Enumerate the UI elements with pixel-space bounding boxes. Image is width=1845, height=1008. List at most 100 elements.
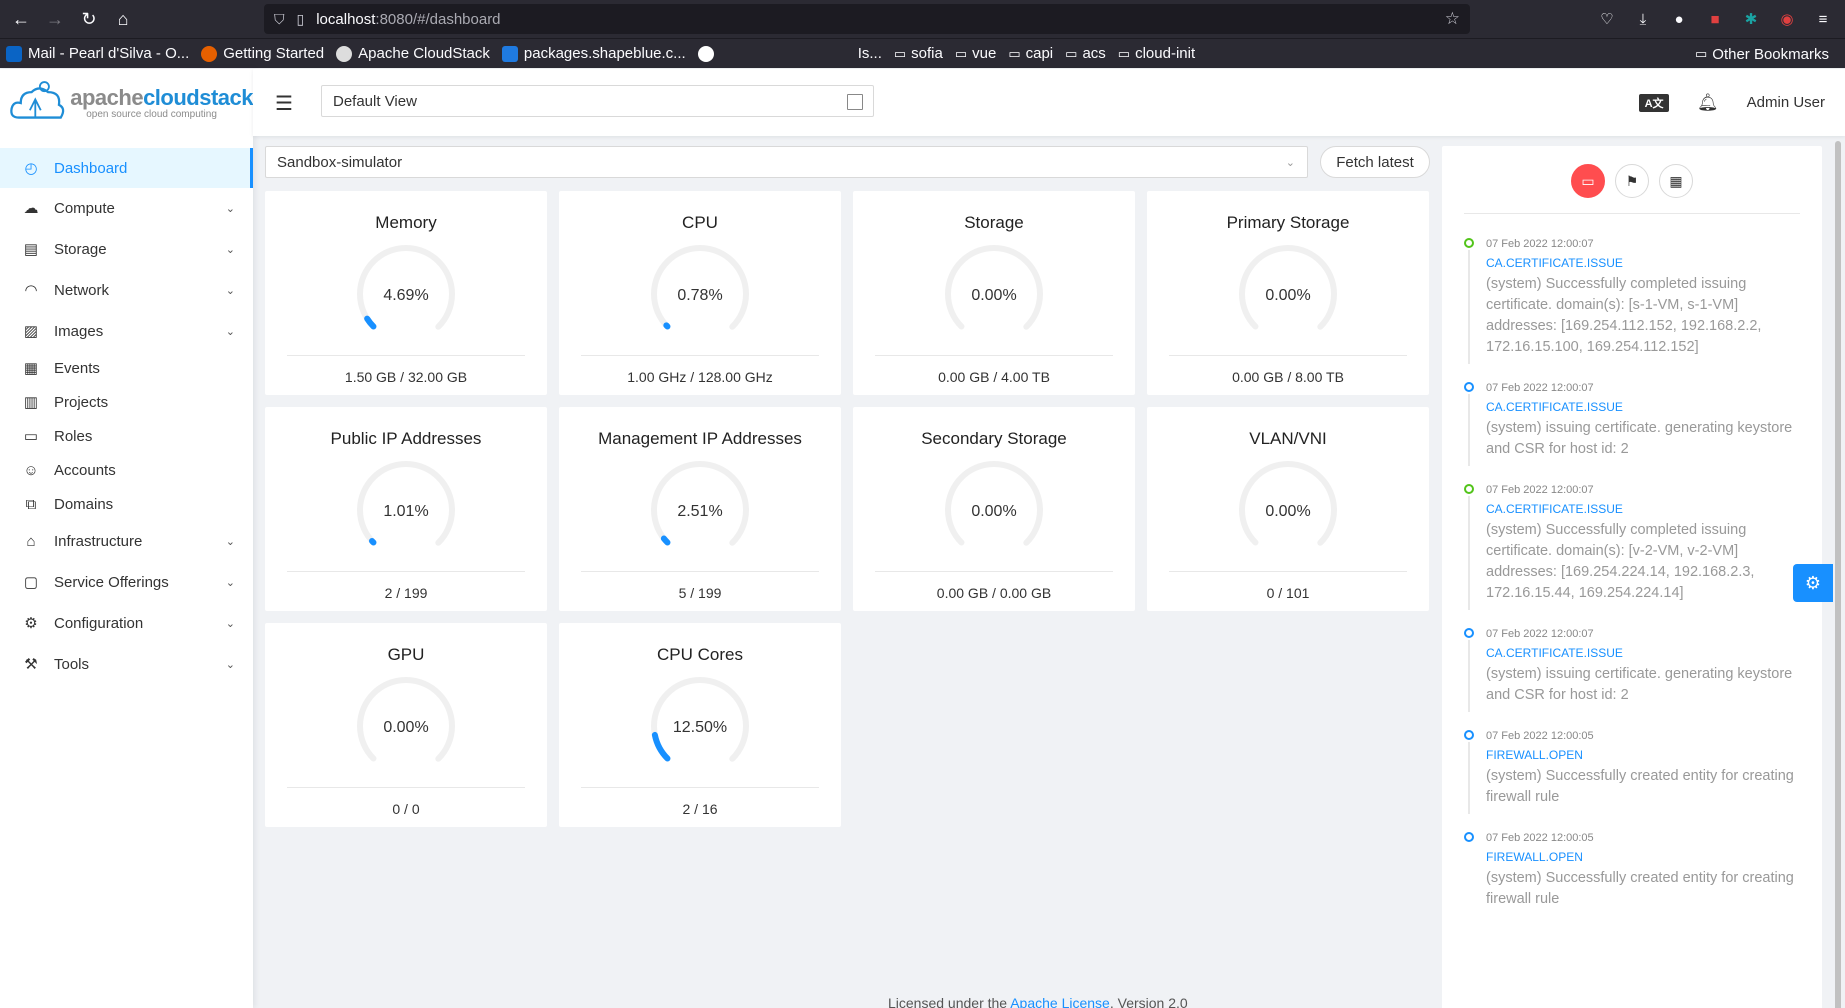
sidebar-item-configuration[interactable]: ⚙ Configuration ⌄: [0, 603, 253, 643]
zone-select[interactable]: Sandbox-simulator ⌄: [265, 146, 1308, 178]
sidebar-item-label: Infrastructure: [54, 532, 143, 550]
status-dot: [1464, 382, 1474, 392]
sidebar-item-tools[interactable]: ⚒ Tools ⌄: [0, 644, 253, 684]
chevron-down-icon: ⌄: [225, 535, 235, 548]
other-bookmarks[interactable]: ▭ Other Bookmarks: [1689, 39, 1835, 69]
card-title: CPU Cores: [657, 645, 743, 664]
menu-fold-icon[interactable]: ☰: [275, 91, 293, 116]
scrollbar[interactable]: [1835, 141, 1841, 1008]
event-tabs: ▭ ⚑ ▦: [1464, 164, 1800, 214]
license-link[interactable]: Apache License: [1010, 995, 1110, 1008]
sidebar-item-images[interactable]: ▨ Images ⌄: [0, 311, 253, 351]
pocket-icon[interactable]: ♡: [1591, 10, 1623, 28]
sidebar-item-dashboard[interactable]: ◴ Dashboard: [0, 148, 253, 188]
extension2-icon[interactable]: ✱: [1735, 10, 1767, 28]
folder-icon: ▭: [1694, 46, 1708, 61]
page-icon: ▯: [296, 10, 305, 27]
bookmark-item[interactable]: [692, 45, 726, 62]
chevron-down-icon: ⌄: [225, 243, 235, 256]
profile-icon[interactable]: ●: [1663, 11, 1695, 28]
event-timeline: 07 Feb 2022 12:00:07 CA.CERTIFICATE.ISSUE…: [1464, 236, 1804, 910]
sidebar-item-domains[interactable]: ⧉ Domains: [0, 484, 253, 524]
card-footer: 2 / 199: [384, 585, 428, 601]
bookmark-folder[interactable]: ▭ capi: [1002, 45, 1059, 62]
capacity-card: Public IP Addresses 1.01% 2 / 199: [265, 407, 547, 611]
user-menu[interactable]: Admin User: [1747, 94, 1825, 111]
footer: Licensed under the Apache License, Versi…: [888, 995, 1188, 1008]
project-icon: [847, 94, 863, 110]
bookmark-star-icon[interactable]: ☆: [1445, 9, 1460, 29]
cloudstack-icon: [336, 45, 353, 62]
extension-icon[interactable]: ■: [1699, 11, 1731, 28]
translate-icon[interactable]: A文: [1639, 93, 1670, 112]
timeline-item: 07 Feb 2022 12:00:05 FIREWALL.OPEN (system…: [1464, 830, 1804, 910]
project-select[interactable]: Default View: [321, 85, 874, 117]
gauge-percent: 0.00%: [1265, 503, 1310, 520]
bookmark-folder[interactable]: ▭ sofia: [888, 45, 949, 62]
event-type-link[interactable]: FIREWALL.OPEN: [1486, 846, 1804, 868]
bell-icon[interactable]: 🔔︎: [1697, 93, 1719, 113]
bookmark-folder[interactable]: ▭ cloud-init: [1112, 45, 1201, 62]
wifi-icon: ◠: [24, 282, 38, 299]
reload-icon[interactable]: ↻: [72, 2, 106, 36]
logo[interactable]: apachecloudstack open source cloud compu…: [0, 69, 253, 136]
sidebar-item-storage[interactable]: ▤ Storage ⌄: [0, 229, 253, 269]
back-icon[interactable]: ←: [4, 2, 38, 36]
bookmark-item[interactable]: Is...: [852, 45, 888, 62]
download-icon[interactable]: ⤓: [1627, 11, 1659, 28]
event-type-link[interactable]: CA.CERTIFICATE.ISSUE: [1486, 642, 1804, 664]
event-time: 07 Feb 2022 12:00:07: [1486, 484, 1594, 496]
bookmark-item[interactable]: Mail - Pearl d'Silva - O...: [0, 45, 195, 62]
bookmark-folder[interactable]: ▭ acs: [1059, 45, 1112, 62]
home-icon[interactable]: ⌂: [106, 2, 140, 36]
extension3-icon[interactable]: ◉: [1771, 10, 1803, 28]
timeline-line: [1468, 742, 1470, 814]
timeline-item: 07 Feb 2022 12:00:07 CA.CERTIFICATE.ISSUE…: [1464, 482, 1804, 610]
dashboard-icon: ◴: [24, 160, 38, 177]
setting-icon: ⚙: [24, 615, 38, 632]
sidebar-item-label: Accounts: [54, 461, 116, 479]
chevron-down-icon: ⌄: [225, 202, 235, 215]
forward-icon[interactable]: →: [38, 2, 72, 36]
sidebar-item-service-offerings[interactable]: ▢ Service Offerings ⌄: [0, 562, 253, 602]
gauge: 12.50%: [651, 677, 749, 775]
timeline-line: [1468, 394, 1470, 466]
bookmark-label: cloud-init: [1135, 45, 1196, 62]
card-title: Secondary Storage: [921, 429, 1067, 448]
chevron-down-icon: ⌄: [225, 617, 235, 630]
gauge-percent: 0.00%: [971, 503, 1016, 520]
chevron-down-icon: ⌄: [225, 284, 235, 297]
address-bar[interactable]: ⛉ ▯ localhost:8080/#/dashboard ☆: [264, 4, 1470, 34]
sidebar-item-network[interactable]: ◠ Network ⌄: [0, 270, 253, 310]
capacity-card: GPU 0.00% 0 / 0: [265, 623, 547, 827]
sidebar-item-compute[interactable]: ☁ Compute ⌄: [0, 188, 253, 228]
gauge-percent: 2.51%: [677, 503, 722, 520]
status-dot: [1464, 484, 1474, 494]
footer-suffix: , Version 2.0: [1109, 995, 1188, 1008]
event-type-link[interactable]: CA.CERTIFICATE.ISSUE: [1486, 252, 1804, 274]
sidebar-item-label: Domains: [54, 495, 114, 513]
event-type-link[interactable]: CA.CERTIFICATE.ISSUE: [1486, 498, 1804, 520]
bookmark-item[interactable]: packages.shapeblue.c...: [496, 45, 692, 62]
flag-icon[interactable]: ⚑: [1615, 164, 1649, 198]
sidebar-item-infrastructure[interactable]: ⌂ Infrastructure ⌄: [0, 521, 253, 561]
desktop-icon[interactable]: ▭: [1571, 164, 1605, 198]
card-title: Public IP Addresses: [330, 429, 482, 448]
event-type-link[interactable]: FIREWALL.OPEN: [1486, 744, 1804, 766]
gauge-percent: 0.00%: [971, 287, 1016, 304]
sidebar-item-label: Network: [54, 281, 110, 299]
fetch-latest-button[interactable]: Fetch latest: [1320, 146, 1430, 178]
bookmark-item[interactable]: Apache CloudStack: [330, 45, 496, 62]
event-type-link[interactable]: CA.CERTIFICATE.ISSUE: [1486, 396, 1804, 418]
bookmark-item[interactable]: Getting Started: [195, 45, 330, 62]
bookmark-folder[interactable]: ▭ vue: [949, 45, 1002, 62]
event-description: (system) Successfully created entity for…: [1486, 768, 1794, 805]
cloudstack-logo-icon: [10, 80, 65, 119]
menu-icon[interactable]: ≡: [1807, 11, 1839, 28]
settings-icon[interactable]: ⚙: [1793, 564, 1833, 602]
capacity-card: VLAN/VNI 0.00% 0 / 101: [1147, 407, 1429, 611]
capacity-card: CPU Cores 12.50% 2 / 16: [559, 623, 841, 827]
card-title: CPU: [682, 213, 718, 232]
calendar-icon[interactable]: ▦: [1659, 164, 1693, 198]
capacity-card: Secondary Storage 0.00% 0.00 GB / 0.00 GB: [853, 407, 1135, 611]
